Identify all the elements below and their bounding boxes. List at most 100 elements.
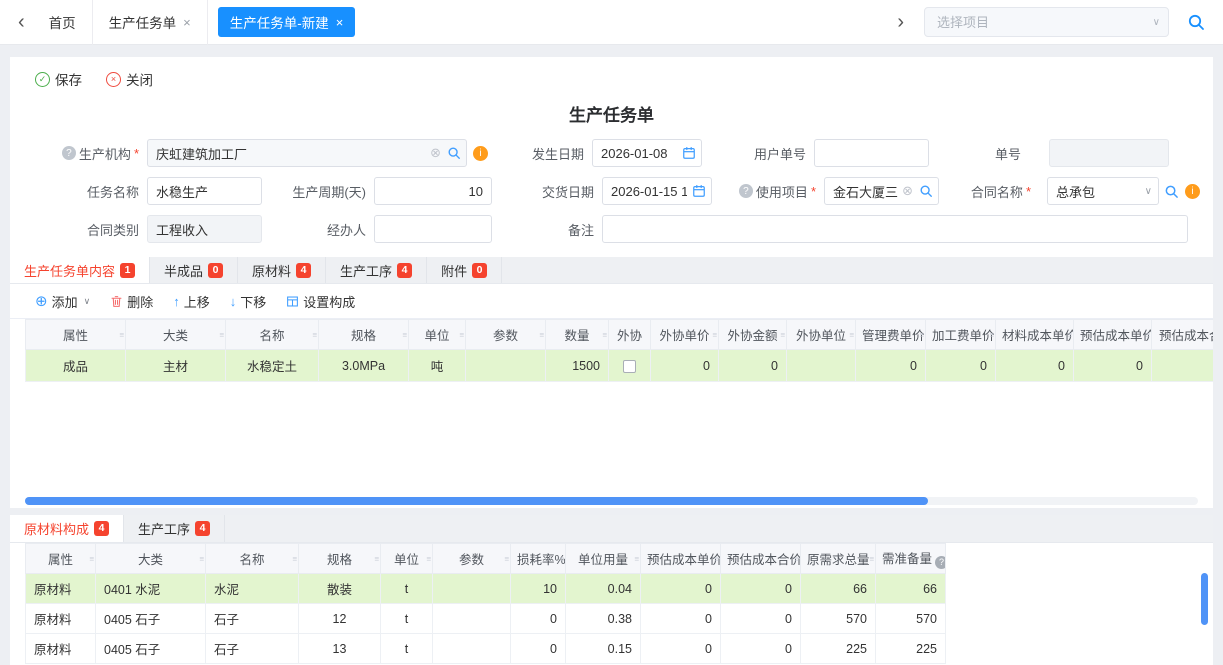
grid-cell[interactable]: t [381,634,433,664]
grid-cell[interactable]: 13 [299,634,381,664]
tab-attachments[interactable]: 附件 0 [427,257,502,283]
scrollbar-thumb[interactable] [25,497,928,505]
table-row[interactable]: 原材料 0405 石子 石子 12 t 0 0.38 0 0 570 570 [26,604,946,634]
set-composition-button[interactable]: 设置构成 [286,292,355,311]
move-down-button[interactable]: ↓ 下移 [230,292,267,311]
grid-cell[interactable]: 0 [511,604,566,634]
column-menu-icon[interactable]: ≡ [426,554,431,563]
horizontal-scrollbar[interactable] [25,497,1198,505]
grid-cell[interactable]: 0.38 [566,604,641,634]
outsource-checkbox[interactable] [623,360,636,373]
move-up-button[interactable]: ↑ 上移 [173,292,210,311]
handler-field[interactable] [374,215,492,243]
grid-cell[interactable]: 0 [641,634,721,664]
tab-processes[interactable]: 生产工序 4 [326,257,427,283]
grid-cell[interactable] [1152,350,1214,382]
column-menu-icon[interactable]: ≡ [119,330,124,339]
column-menu-icon[interactable]: ≡ [869,554,874,563]
grid-cell[interactable]: 0 [721,574,801,604]
clear-icon[interactable]: ⊗ [902,183,913,199]
tab-semi-finished[interactable]: 半成品 0 [150,257,238,283]
column-menu-icon[interactable]: ≡ [1145,330,1150,339]
grid-cell[interactable] [433,634,511,664]
calendar-icon[interactable] [692,184,706,198]
grid-cell[interactable]: 主材 [126,350,226,382]
grid-cell[interactable]: 570 [801,604,876,634]
column-menu-icon[interactable]: ≡ [634,554,639,563]
grid-cell[interactable]: 成品 [26,350,126,382]
add-row-button[interactable]: ⊕ 添加 ∨ [35,292,90,311]
org-field[interactable] [147,139,467,167]
column-menu-icon[interactable]: ≡ [602,330,607,339]
tabs-scroll-right-icon[interactable]: › [889,12,912,32]
grid-cell[interactable]: 12 [299,604,381,634]
nav-tab-production-order-new[interactable]: 生产任务单-新建 × [218,7,356,37]
grid-cell[interactable]: 0.04 [566,574,641,604]
remark-field[interactable] [602,215,1188,243]
grid-cell[interactable] [433,604,511,634]
grid-cell[interactable]: 水泥 [206,574,299,604]
tab-order-content[interactable]: 生产任务单内容 1 [10,257,150,283]
column-menu-icon[interactable]: ≡ [459,330,464,339]
table-row[interactable]: 原材料 0405 石子 石子 13 t 0 0.15 0 0 225 225 [26,634,946,664]
grid-cell[interactable]: 原材料 [26,634,96,664]
help-icon[interactable]: ? [62,146,76,160]
lookup-icon[interactable] [1164,184,1179,199]
save-button[interactable]: ✓ 保存 [35,69,82,89]
grid-cell[interactable]: 石子 [206,604,299,634]
column-menu-icon[interactable]: ≡ [312,330,317,339]
table-row[interactable]: 成品 主材 水稳定土 3.0MPa 吨 1500 0 0 0 0 0 0 [26,350,1214,382]
column-menu-icon[interactable]: ≡ [504,554,509,563]
grid-cell[interactable]: 吨 [409,350,466,382]
grid-cell[interactable]: 散装 [299,574,381,604]
grid-cell[interactable]: 0 [856,350,926,382]
column-menu-icon[interactable]: ≡ [374,554,379,563]
tab-raw-materials[interactable]: 原材料 4 [238,257,326,283]
nav-tab-home[interactable]: 首页 [33,0,93,45]
grid-cell[interactable]: 0401 水泥 [96,574,206,604]
info-icon[interactable]: i [473,146,488,161]
lookup-icon[interactable] [447,146,461,160]
column-menu-icon[interactable]: ≡ [919,330,924,339]
grid-cell[interactable]: 0.15 [566,634,641,664]
column-menu-icon[interactable]: ≡ [712,330,717,339]
grid-cell[interactable]: 66 [801,574,876,604]
grid-cell[interactable]: 原材料 [26,604,96,634]
grid-cell[interactable]: 原材料 [26,574,96,604]
column-menu-icon[interactable]: ≡ [199,554,204,563]
chevron-down-icon[interactable]: ∨ [1145,186,1152,197]
column-menu-icon[interactable]: ≡ [219,330,224,339]
grid-cell[interactable]: 1500 [546,350,609,382]
cycle-field[interactable] [374,177,492,205]
task-name-field[interactable] [147,177,262,205]
close-icon[interactable]: × [183,15,191,30]
column-menu-icon[interactable]: ≡ [849,330,854,339]
grid-cell[interactable]: 0 [926,350,996,382]
project-select-input[interactable] [925,15,1168,30]
grid-cell[interactable]: 0 [996,350,1074,382]
help-icon[interactable]: ? [935,556,945,569]
delete-row-button[interactable]: 删除 [110,292,153,311]
calendar-icon[interactable] [682,146,696,160]
help-icon[interactable]: ? [739,184,753,198]
grid-cell[interactable]: t [381,574,433,604]
column-menu-icon[interactable]: ≡ [292,554,297,563]
column-menu-icon[interactable]: ≡ [89,554,94,563]
grid-cell[interactable] [433,574,511,604]
tabs-scroll-left-icon[interactable]: ‹ [10,12,33,32]
info-icon[interactable]: i [1185,184,1200,199]
column-menu-icon[interactable]: ≡ [780,330,785,339]
grid-cell[interactable]: 0 [651,350,719,382]
column-menu-icon[interactable]: ≡ [794,554,799,563]
close-button[interactable]: × 关闭 [106,69,153,89]
tab-production-processes[interactable]: 生产工序 4 [124,515,225,542]
search-icon[interactable] [1179,13,1213,31]
nav-tab-production-order[interactable]: 生产任务单 × [93,0,208,45]
grid-cell[interactable]: 66 [876,574,946,604]
column-menu-icon[interactable]: ≡ [559,554,564,563]
grid-cell[interactable]: 10 [511,574,566,604]
grid-cell[interactable] [787,350,856,382]
close-icon[interactable]: × [336,15,344,30]
grid-cell[interactable]: 水稳定土 [226,350,319,382]
clear-icon[interactable]: ⊗ [430,145,441,161]
